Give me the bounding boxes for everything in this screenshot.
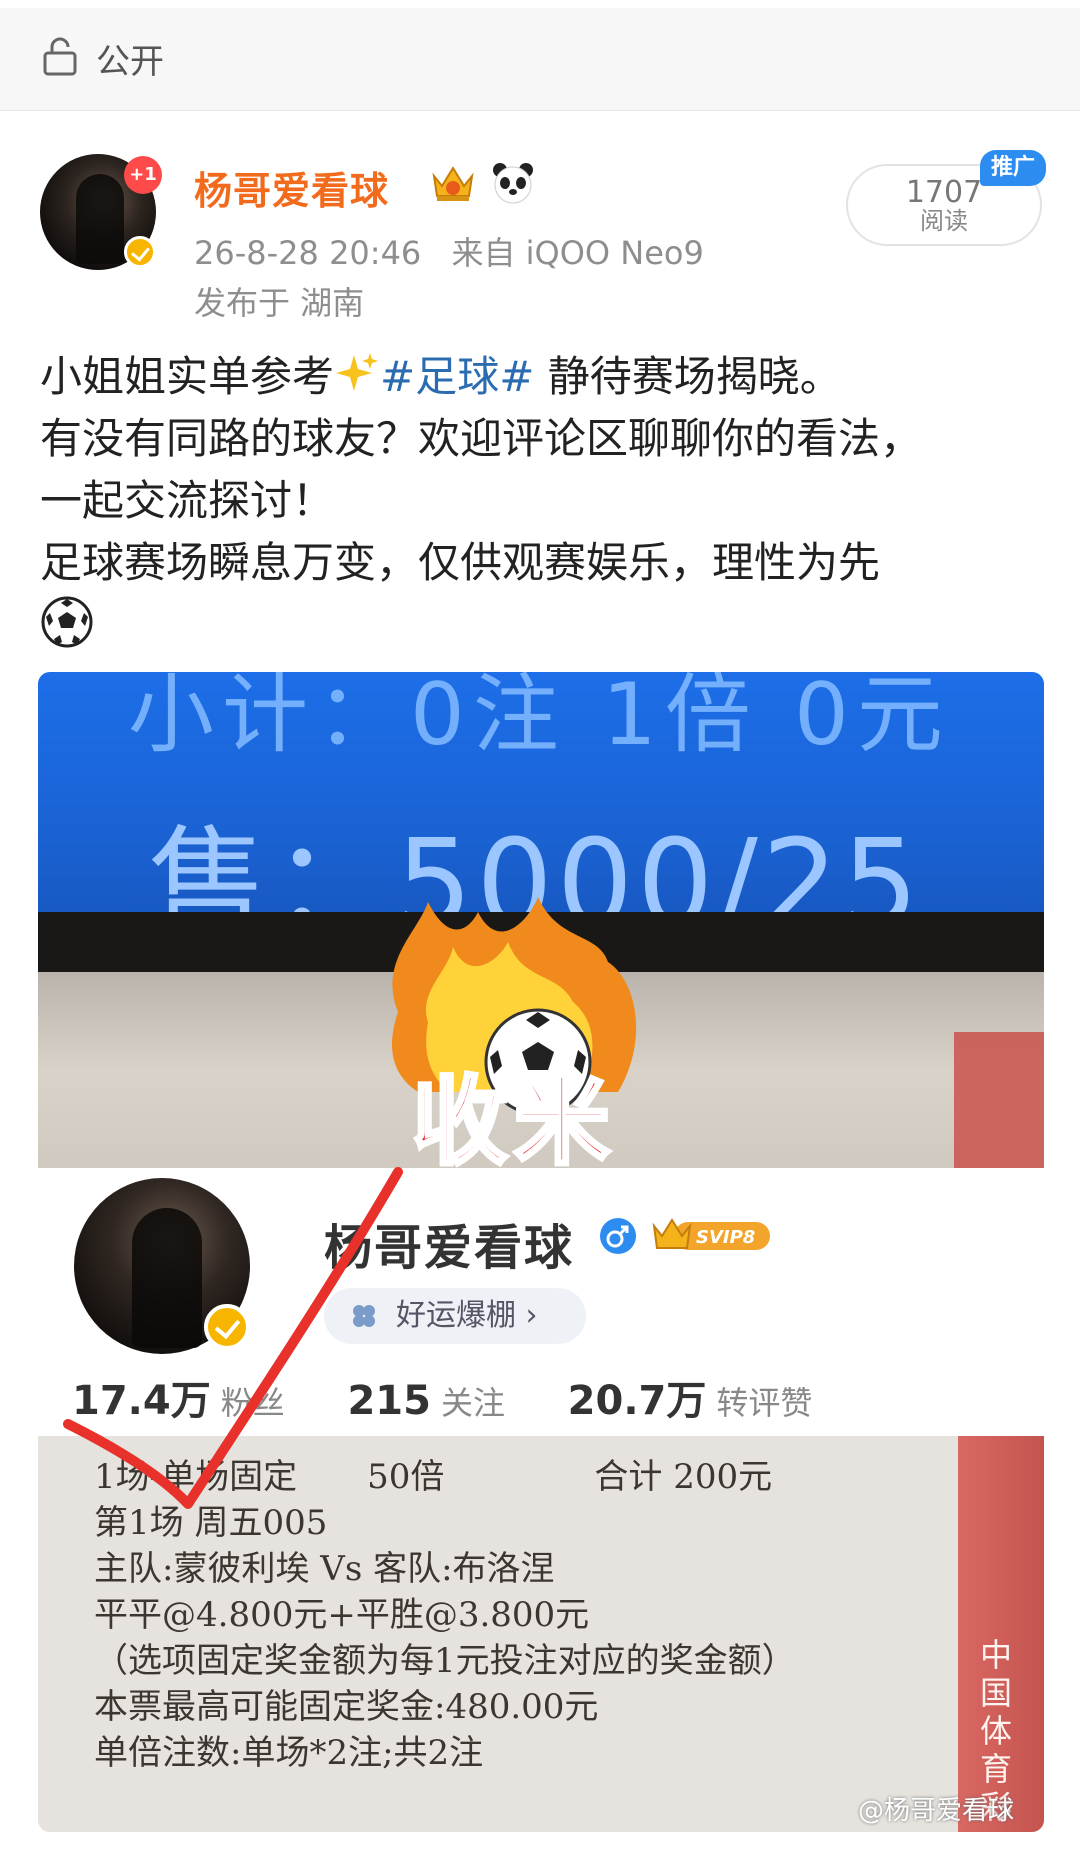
svg-text:SVIP8: SVIP8 xyxy=(696,1227,755,1248)
screen-subtotal: 小计：0注 1倍 0元 xyxy=(128,672,951,765)
author-name[interactable]: 杨哥爱看球 xyxy=(194,160,389,215)
visibility-bar: 公开 xyxy=(0,0,1080,111)
receipt-line: （选项固定奖金额为每1元投注对应的奖金额） xyxy=(94,1641,796,1681)
post-line-2: 有没有同路的球友？欢迎评论区聊聊你的看法， xyxy=(40,414,923,463)
stat-value: 20.7万 xyxy=(567,1378,707,1424)
privacy-label[interactable]: 公开 xyxy=(96,34,164,83)
receipt-text: 1场-单场固定 50倍 合计 200元 第1场 周五005 主队:蒙彼利埃 Vs 客… xyxy=(94,1454,796,1776)
profile-stats: 17.4万 粉丝 215 关注 20.7万 转评赞 xyxy=(72,1368,862,1426)
receipt-line: 平平@4.800元+平胜@3.800元 xyxy=(94,1595,590,1635)
profile-card: 杨哥爱看球 SVIP8 好运爆棚 › 17.4万 粉丝 215 关注 20.7万 转评… xyxy=(38,1168,1044,1436)
views-label: 阅读 xyxy=(920,207,968,235)
post-source: 来自 iQOO Neo9 xyxy=(451,234,704,272)
notification-badge: +1 xyxy=(124,156,162,194)
ticket-edge xyxy=(954,1032,1044,1172)
post-line-4: 足球赛场瞬息万变，仅供观赛娱乐，理性为先 xyxy=(40,538,881,587)
promoted-tag: 推广 xyxy=(980,150,1046,186)
post-timestamp: 26-8-28 20:46 xyxy=(194,234,422,272)
stat-label: 关注 xyxy=(440,1384,505,1422)
post-meta: 26-8-28 20:46 来自 iQOO Neo9 xyxy=(194,228,724,274)
post-image[interactable]: 小计：0注 1倍 0元 售：5000/25 收米 杨哥爱看球 SVIP8 好运爆… xyxy=(38,672,1044,1832)
receipt-line: 1场-单场固定 50倍 合计 200元 xyxy=(94,1457,773,1497)
lock-icon xyxy=(43,37,77,76)
post-line-3: 一起交流探讨！ xyxy=(40,476,335,525)
receipt-line: 本票最高可能固定奖金:480.00元 xyxy=(94,1687,599,1727)
svip-badge-icon: SVIP8 xyxy=(652,1218,770,1250)
lucky-chip: 好运爆棚 › xyxy=(324,1288,586,1344)
panda-icon xyxy=(493,163,533,204)
image-watermark: @杨哥爱看球 xyxy=(858,1796,1015,1826)
top-divider xyxy=(0,0,1080,8)
receipt-line: 单倍注数:单场*2注;共2注 xyxy=(94,1733,484,1773)
profile-verified-icon xyxy=(204,1304,250,1350)
soccer-ball-icon xyxy=(41,596,93,648)
crown-badge-icon[interactable] xyxy=(428,160,478,204)
hashtag-link[interactable]: #足球# xyxy=(380,352,534,401)
stamp-label: 收米 xyxy=(410,1064,616,1180)
stat-label: 转评赞 xyxy=(716,1384,813,1422)
post-body: 小姐姐实单参考 #足球# 静待赛场揭晓。 有没有同路的球友？欢迎评论区聊聊你的看… xyxy=(40,346,1050,656)
lucky-chip-label: 好运爆棚 › xyxy=(396,1298,538,1333)
post-location: 发布于 湖南 xyxy=(194,284,365,322)
sparkles-icon xyxy=(336,353,379,391)
stat-value: 215 xyxy=(347,1378,431,1424)
verified-icon xyxy=(124,236,156,268)
receipt-line: 主队:蒙彼利埃 Vs 客队:布洛涅 xyxy=(94,1549,555,1589)
receipt-line: 第1场 周五005 xyxy=(94,1503,328,1543)
clover-icon xyxy=(353,1305,375,1327)
lottery-receipt: 1场-单场固定 50倍 合计 200元 第1场 周五005 主队:蒙彼利埃 Vs 客… xyxy=(38,1436,1044,1832)
stat-value: 17.4万 xyxy=(72,1378,211,1424)
profile-name: 杨哥爱看球 xyxy=(324,1220,575,1276)
stat-label: 粉丝 xyxy=(220,1384,285,1422)
post-line-1: 小姐姐实单参考 #足球# 静待赛场揭晓。 xyxy=(40,352,842,401)
male-gender-icon xyxy=(600,1218,636,1254)
